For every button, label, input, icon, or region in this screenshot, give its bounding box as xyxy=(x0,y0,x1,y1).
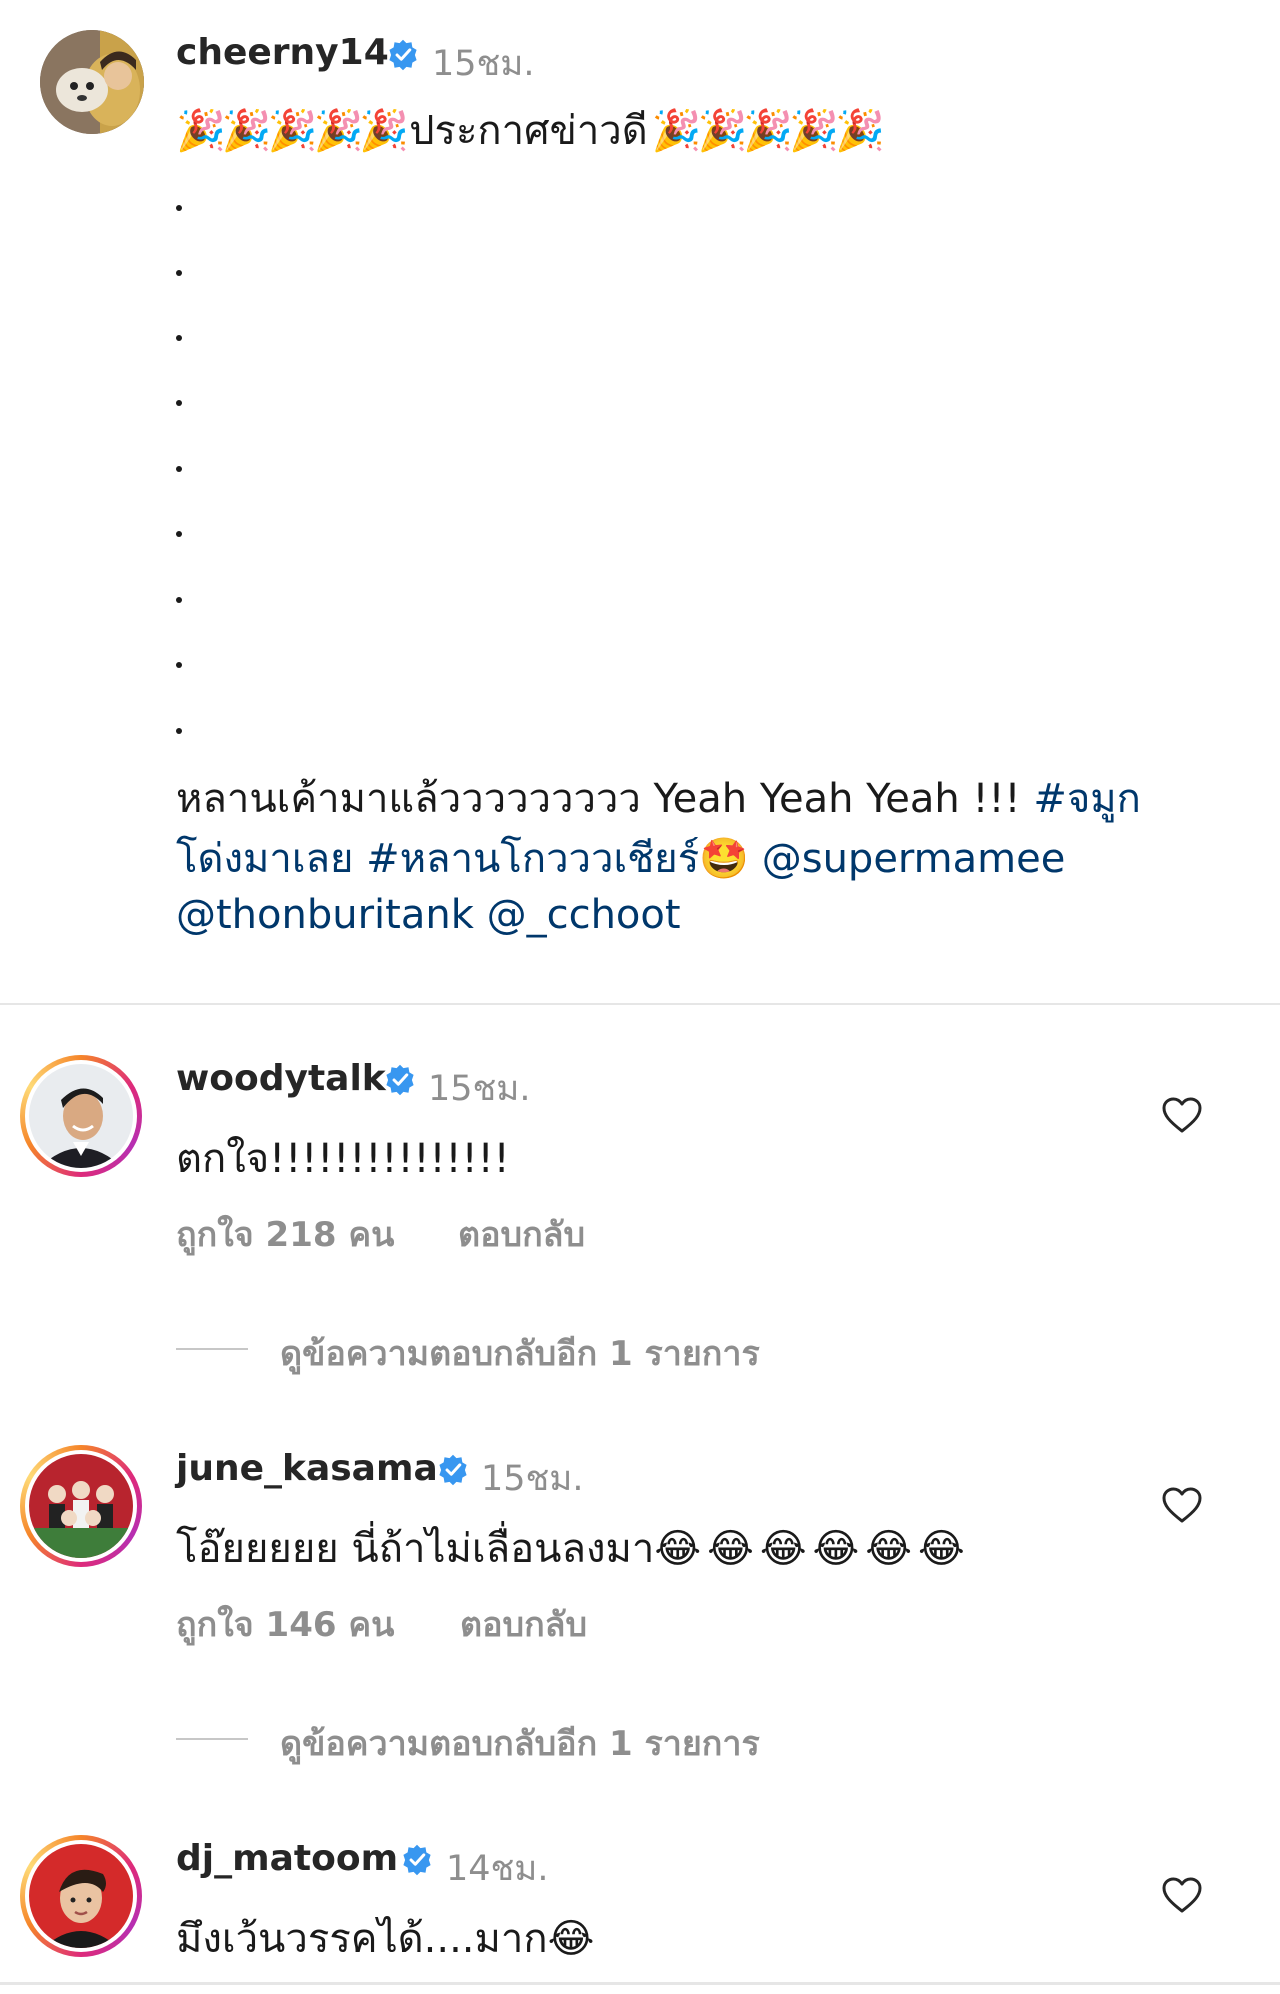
caption-main-text: หลานเค้ามาแล้ววววววววว Yeah Yeah Yeah !!… xyxy=(176,776,1021,822)
avatar-story-ring[interactable] xyxy=(20,1445,142,1567)
view-replies-line xyxy=(176,1738,248,1740)
caption-line-2: โด่งมาเลย #หลานโกวววเชียร์🤩 @supermamee xyxy=(176,826,1065,890)
comment-like-count[interactable]: ถูกใจ 146 คน xyxy=(176,1597,394,1651)
avatar-story-ring[interactable] xyxy=(20,1835,142,1957)
verified-badge-icon xyxy=(439,1454,467,1486)
avatar-story-ring[interactable] xyxy=(20,1055,142,1177)
party-popper-icon: 🎉 xyxy=(697,108,748,154)
caption-dot xyxy=(176,597,182,603)
caption-dot xyxy=(176,531,182,537)
party-popper-icon: 🎉 xyxy=(359,108,409,154)
reply-button[interactable]: ตอบกลับ xyxy=(460,1597,587,1651)
party-popper-icon: 🎉 xyxy=(743,108,793,154)
avatar-cheerny14[interactable] xyxy=(40,30,144,134)
comment-time: 15ชม. xyxy=(481,1459,584,1499)
mention-link[interactable]: @thonburitank xyxy=(176,892,474,938)
comment-text: มึงเว้นวรรคได้....มาก xyxy=(176,1916,548,1962)
comment-text: ตกใจ!!!!!!!!!!!!!!! xyxy=(176,1136,510,1182)
caption-dot xyxy=(176,400,182,406)
party-popper-icon: 🎉 xyxy=(267,108,318,154)
caption-dot xyxy=(176,662,182,668)
reply-button[interactable]: ตอบกลับ xyxy=(458,1207,585,1261)
hashtag-link[interactable]: #หลานโกวววเชียร์ xyxy=(366,836,699,882)
comment-time: 14ชม. xyxy=(446,1849,549,1889)
caption-dot xyxy=(176,270,182,276)
hashtag-link-cont[interactable]: โด่งมาเลย xyxy=(176,836,353,882)
party-popper-icon: 🎉 xyxy=(651,108,702,154)
verified-badge-icon xyxy=(389,39,417,71)
caption-divider xyxy=(0,1003,1280,1005)
caption-dot xyxy=(176,335,182,341)
party-popper-icon: 🎉 xyxy=(176,108,226,154)
caption-username[interactable]: cheerny14 xyxy=(176,32,389,73)
comment-username[interactable]: woodytalk xyxy=(176,1058,386,1099)
bottom-divider xyxy=(0,1982,1280,1985)
avatar-dj-matoom xyxy=(29,1844,133,1948)
view-replies-button[interactable]: ดูข้อความตอบกลับอีก 1 รายการ xyxy=(280,1716,760,1770)
caption-time: 15ชม. xyxy=(432,44,535,84)
caption-line-3: @thonburitank @_cchoot xyxy=(176,892,681,938)
caption-dot xyxy=(176,466,182,472)
caption-headline: 🎉🎉🎉🎉🎉 ประกาศข่าวดี 🎉🎉🎉🎉🎉 xyxy=(176,98,885,162)
tears-of-joy-icon: 😂 xyxy=(547,1916,595,1962)
mention-link[interactable]: @_cchoot xyxy=(487,892,681,938)
comment-time: 15ชม. xyxy=(428,1069,531,1109)
comment-username[interactable]: dj_matoom xyxy=(176,1838,398,1879)
comment-text: โอ๊ยยยยย นี่ถ้าไม่เลื่อนลงมา xyxy=(176,1526,655,1572)
party-popper-icon: 🎉 xyxy=(313,108,363,154)
heart-icon[interactable] xyxy=(1161,1096,1203,1134)
star-struck-icon: 🤩 xyxy=(699,836,750,882)
avatar-june-kasama xyxy=(29,1454,133,1558)
comment-username[interactable]: june_kasama xyxy=(176,1448,438,1489)
hashtag-link[interactable]: #จมูก xyxy=(1033,776,1141,822)
headline-text: ประกาศข่าวดี xyxy=(409,108,648,154)
caption-line-1: หลานเค้ามาแล้ววววววววว Yeah Yeah Yeah !!… xyxy=(176,766,1141,830)
party-popper-icon: 🎉 xyxy=(789,108,839,154)
caption-dot xyxy=(176,205,182,211)
caption-dot xyxy=(176,728,182,734)
comment-text-row: โอ๊ยยยยย นี่ถ้าไม่เลื่อนลงมา😂😂😂😂😂😂 xyxy=(176,1516,971,1580)
comment-text-row: มึงเว้นวรรคได้....มาก😂 xyxy=(176,1906,594,1970)
verified-badge-icon xyxy=(403,1844,431,1876)
view-replies-button[interactable]: ดูข้อความตอบกลับอีก 1 รายการ xyxy=(280,1326,760,1380)
comment-like-count[interactable]: ถูกใจ 218 คน xyxy=(176,1207,394,1261)
party-popper-icon: 🎉 xyxy=(221,108,272,154)
post-caption: cheerny14 15ชม. 🎉🎉🎉🎉🎉 ประกาศข่าวดี 🎉🎉🎉🎉🎉 ห… xyxy=(0,0,1280,1003)
verified-badge-icon xyxy=(386,1064,414,1096)
heart-icon[interactable] xyxy=(1161,1876,1203,1914)
party-popper-icon: 🎉 xyxy=(834,108,885,154)
tears-of-joy-icon: 😂😂😂😂😂😂 xyxy=(654,1526,971,1572)
view-replies-line xyxy=(176,1348,248,1350)
mention-link[interactable]: @supermamee xyxy=(762,836,1066,882)
heart-icon[interactable] xyxy=(1161,1486,1203,1524)
avatar-woodytalk xyxy=(29,1064,133,1168)
